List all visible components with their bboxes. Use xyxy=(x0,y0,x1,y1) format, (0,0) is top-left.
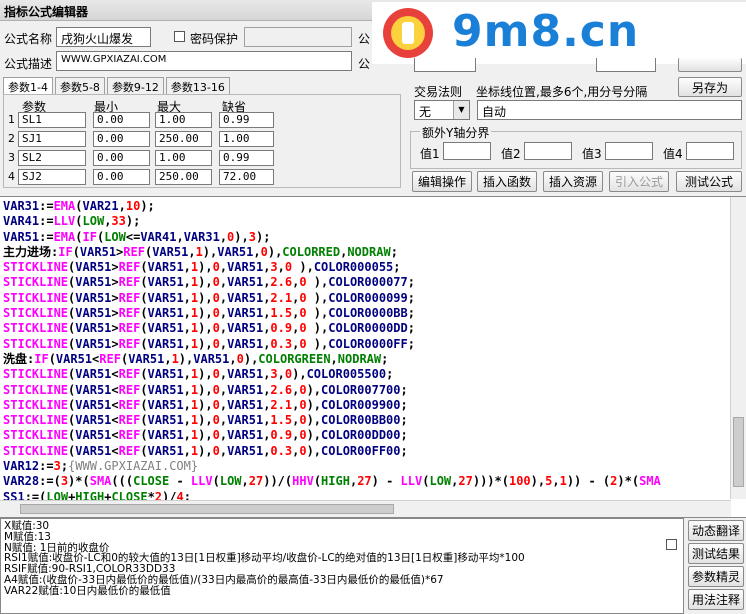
param-index: 3 xyxy=(8,151,15,164)
y-value-4-label: 值4 xyxy=(663,147,683,161)
code-line[interactable]: VAR51:=EMA(IF(LOW<=VAR41,VAR31,0),3); xyxy=(3,230,661,245)
code-line[interactable]: STICKLINE(VAR51>REF(VAR51,1),0,VAR51,1.5… xyxy=(3,306,661,321)
code-line[interactable]: 洗盘:IF(VAR51<REF(VAR51,1),VAR51,0),COLORG… xyxy=(3,352,661,367)
param-default-field[interactable]: 1.00 xyxy=(219,131,274,147)
desc-label: 公式描述 xyxy=(4,57,53,71)
usage-notes-button[interactable]: 用法注释 xyxy=(688,589,744,610)
param-min-field[interactable]: 0.00 xyxy=(93,131,150,147)
code-line[interactable]: VAR12:=3;{WWW.GPXIAZAI.COM} xyxy=(3,459,661,474)
tab-params-5-8[interactable]: 参数5-8 xyxy=(54,77,105,95)
window-title: 指标公式编辑器 xyxy=(4,5,89,19)
trade-rule-select[interactable]: 无 ▼ xyxy=(414,100,470,120)
trade-rule-value: 无 xyxy=(419,105,432,119)
yaxis-label: 额外Y轴分界 xyxy=(420,124,492,141)
code-line[interactable]: STICKLINE(VAR51<REF(VAR51,1),0,VAR51,0.3… xyxy=(3,444,661,459)
code-line[interactable]: STICKLINE(VAR51<REF(VAR51,1),0,VAR51,3,0… xyxy=(3,367,661,382)
param-name-field[interactable]: SL2 xyxy=(18,150,86,166)
help-checkbox[interactable] xyxy=(666,539,677,550)
param-index: 4 xyxy=(8,170,15,183)
param-min-field[interactable]: 0.00 xyxy=(93,169,150,185)
horizontal-scrollbar[interactable] xyxy=(0,500,731,517)
code-line[interactable]: STICKLINE(VAR51>REF(VAR51,1),0,VAR51,2.1… xyxy=(3,291,661,306)
param-default-field[interactable]: 72.00 xyxy=(219,169,274,185)
import-formula-button[interactable]: 引入公式 xyxy=(609,171,669,192)
param-index: 1 xyxy=(8,113,15,126)
param-tabs: 参数1-4 参数5-8 参数9-12 参数13-16 xyxy=(3,77,230,95)
extra-label-1: 公 xyxy=(358,32,371,46)
param-default-field[interactable]: 0.99 xyxy=(219,112,274,128)
help-text: X赋值:30 M赋值:13 N赋值: 1日前的收盘价 RSI1赋值:收盘价-LC和0的… xyxy=(4,521,525,597)
param-name-field[interactable]: SL1 xyxy=(18,112,86,128)
code-line[interactable]: VAR31:=EMA(VAR21,10); xyxy=(3,199,661,214)
code-line[interactable]: VAR41:=LLV(LOW,33); xyxy=(3,214,661,229)
coord-label: 坐标线位置,最多6个,用分号分隔 xyxy=(476,85,648,99)
logo-icon xyxy=(383,8,433,58)
coord-input[interactable]: 自动 xyxy=(477,100,742,120)
code-line[interactable]: STICKLINE(VAR51<REF(VAR51,1),0,VAR51,0.9… xyxy=(3,428,661,443)
horizontal-scroll-thumb[interactable] xyxy=(20,504,394,514)
param-max-field[interactable]: 250.00 xyxy=(155,131,212,147)
code-line[interactable]: STICKLINE(VAR51>REF(VAR51,1),0,VAR51,0.9… xyxy=(3,321,661,336)
test-result-button[interactable]: 测试结果 xyxy=(688,543,744,564)
y-value-3-input[interactable] xyxy=(605,142,653,160)
partial-field-2[interactable] xyxy=(596,58,656,72)
code-line[interactable]: STICKLINE(VAR51>REF(VAR51,1),0,VAR51,3,0… xyxy=(3,260,661,275)
param-name-field[interactable]: SJ1 xyxy=(18,131,86,147)
test-formula-button[interactable]: 测试公式 xyxy=(676,171,742,192)
help-panel: X赋值:30 M赋值:13 N赋值: 1日前的收盘价 RSI1赋值:收盘价-LC和0的… xyxy=(0,518,684,614)
help-line: M赋值:13 xyxy=(4,530,51,543)
chevron-down-icon[interactable]: ▼ xyxy=(453,101,469,119)
watermark: 9m8.cn xyxy=(372,2,746,64)
save-as-button[interactable]: 另存为 xyxy=(678,77,742,97)
formula-name-input[interactable]: 戌狗火山爆发 xyxy=(56,27,151,47)
vertical-scroll-thumb[interactable] xyxy=(733,417,744,487)
name-label: 公式名称 xyxy=(4,32,53,46)
param-max-field[interactable]: 1.00 xyxy=(155,150,212,166)
y-value-3-label: 值3 xyxy=(582,147,602,161)
code-line[interactable]: STICKLINE(VAR51<REF(VAR51,1),0,VAR51,2.6… xyxy=(3,383,661,398)
tab-params-13-16[interactable]: 参数13-16 xyxy=(165,77,230,95)
param-index: 2 xyxy=(8,132,15,145)
param-name-field[interactable]: SJ2 xyxy=(18,169,86,185)
help-line: X赋值:30 xyxy=(4,520,50,532)
vertical-scrollbar[interactable] xyxy=(730,197,746,499)
tab-params-9-12[interactable]: 参数9-12 xyxy=(106,77,164,95)
code-line[interactable]: VAR28:=(3)*(SMA(((CLOSE - LLV(LOW,27))/(… xyxy=(3,474,661,489)
y-value-2-input[interactable] xyxy=(524,142,572,160)
trade-rule-label: 交易法则 xyxy=(414,85,463,99)
param-min-field[interactable]: 0.00 xyxy=(93,150,150,166)
y-value-2-label: 值2 xyxy=(501,147,521,161)
partial-button[interactable] xyxy=(678,58,742,72)
edit-ops-button[interactable]: 编辑操作 xyxy=(412,171,472,192)
code-editor[interactable]: VAR31:=EMA(VAR21,10); VAR41:=LLV(LOW,33);… xyxy=(0,196,746,518)
help-line: VAR22赋值:10日内最低价的最低值 xyxy=(4,584,171,597)
y-value-1-input[interactable] xyxy=(443,142,491,160)
param-wizard-button[interactable]: 参数精灵 xyxy=(688,566,744,587)
dynamic-translate-button[interactable]: 动态翻译 xyxy=(688,520,744,541)
password-input[interactable] xyxy=(244,27,352,47)
partial-field-1[interactable] xyxy=(414,58,476,72)
code-line[interactable]: STICKLINE(VAR51<REF(VAR51,1),0,VAR51,1.5… xyxy=(3,413,661,428)
formula-desc-input[interactable]: WWW.GPXIAZAI.COM xyxy=(56,51,352,71)
insert-resource-button[interactable]: 插入资源 xyxy=(543,171,603,192)
code-line[interactable]: 主力进场:IF(VAR51>REF(VAR51,1),VAR51,0),COLO… xyxy=(3,245,661,260)
extra-label-2: 公 xyxy=(358,57,371,71)
param-default-field[interactable]: 0.99 xyxy=(219,150,274,166)
password-label: 密码保护 xyxy=(190,32,239,46)
code-content[interactable]: VAR31:=EMA(VAR21,10); VAR41:=LLV(LOW,33);… xyxy=(3,199,661,505)
param-max-field[interactable]: 1.00 xyxy=(155,112,212,128)
tab-params-1-4[interactable]: 参数1-4 xyxy=(3,77,53,95)
y-value-1-label: 值1 xyxy=(420,147,440,161)
password-checkbox[interactable] xyxy=(174,31,185,42)
watermark-text: 9m8.cn xyxy=(452,6,640,57)
code-line[interactable]: STICKLINE(VAR51<REF(VAR51,1),0,VAR51,2.1… xyxy=(3,398,661,413)
code-line[interactable]: STICKLINE(VAR51>REF(VAR51,1),0,VAR51,2.6… xyxy=(3,275,661,290)
param-min-field[interactable]: 0.00 xyxy=(93,112,150,128)
y-value-4-input[interactable] xyxy=(686,142,734,160)
param-max-field[interactable]: 250.00 xyxy=(155,169,212,185)
insert-function-button[interactable]: 插入函数 xyxy=(477,171,537,192)
code-line[interactable]: STICKLINE(VAR51>REF(VAR51,1),0,VAR51,0.3… xyxy=(3,337,661,352)
